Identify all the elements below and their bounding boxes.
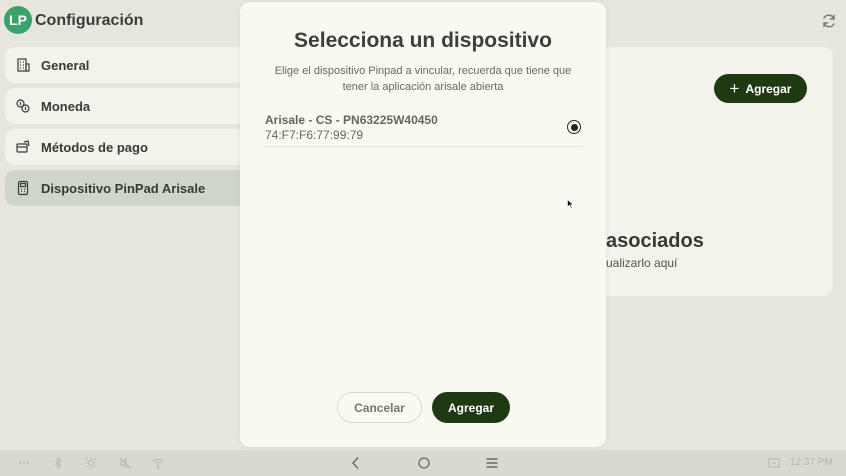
modal-title: Selecciona un dispositivo [294,29,552,52]
app-window: LP Configuración General Moneda Métodos … [0,0,846,450]
add-button[interactable]: Agregar [432,392,510,423]
add-device-button[interactable]: + Agregar [714,74,807,103]
select-device-modal: Selecciona un dispositivo Elige el dispo… [240,2,606,447]
mouse-cursor-icon [567,199,574,209]
device-name: Arisale - CS - PN63225W40450 [265,113,438,127]
sidebar-item-label: Métodos de pago [41,139,148,155]
empty-state-subtitle: ualizarlo aquí [606,256,678,270]
pinpad-icon [17,180,29,196]
back-icon[interactable] [349,456,363,470]
bluetooth-icon[interactable] [51,456,65,470]
page-title: Configuración [35,12,144,29]
system-navigation-bar: 12:37 PM [0,450,846,476]
radio-selected-dot [570,123,578,131]
device-mac: 74:F7:F6:77:99:79 [265,128,364,142]
home-icon[interactable] [417,456,431,470]
brightness-icon[interactable] [84,456,98,470]
add-device-label: Agregar [745,81,792,96]
payment-methods-icon [16,140,30,153]
sidebar-item-pinpad[interactable]: Dispositivo PinPad Arisale [5,170,245,206]
avatar-initials: LP [9,12,27,28]
sidebar-item-label: Moneda [41,98,91,114]
building-icon [17,58,30,72]
wifi-icon[interactable] [151,456,165,470]
sidebar-item-label: Dispositivo PinPad Arisale [41,180,206,196]
recents-menu-icon[interactable] [485,456,499,470]
refresh-icon[interactable] [820,12,838,30]
device-radio[interactable] [567,120,581,134]
sidebar-item-general[interactable]: General [5,47,245,83]
sidebar-item-label: General [41,57,90,73]
mute-icon[interactable] [118,456,132,470]
device-option[interactable]: Arisale - CS - PN63225W40450 74:F7:F6:77… [264,109,582,147]
avatar[interactable]: LP [4,6,32,34]
clock: 12:37 PM [790,457,833,468]
empty-state-title: asociados [606,230,704,252]
more-dots-icon[interactable] [17,456,31,470]
sidebar-item-metodos-pago[interactable]: Métodos de pago [5,129,245,165]
currency-icon [16,99,30,113]
modal-description: Elige el dispositivo Pinpad a vincular, … [274,65,572,93]
screenshot-icon[interactable] [767,456,781,470]
plus-icon: + [729,79,740,98]
cancel-button[interactable]: Cancelar [337,392,422,423]
sidebar-item-moneda[interactable]: Moneda [5,88,245,124]
